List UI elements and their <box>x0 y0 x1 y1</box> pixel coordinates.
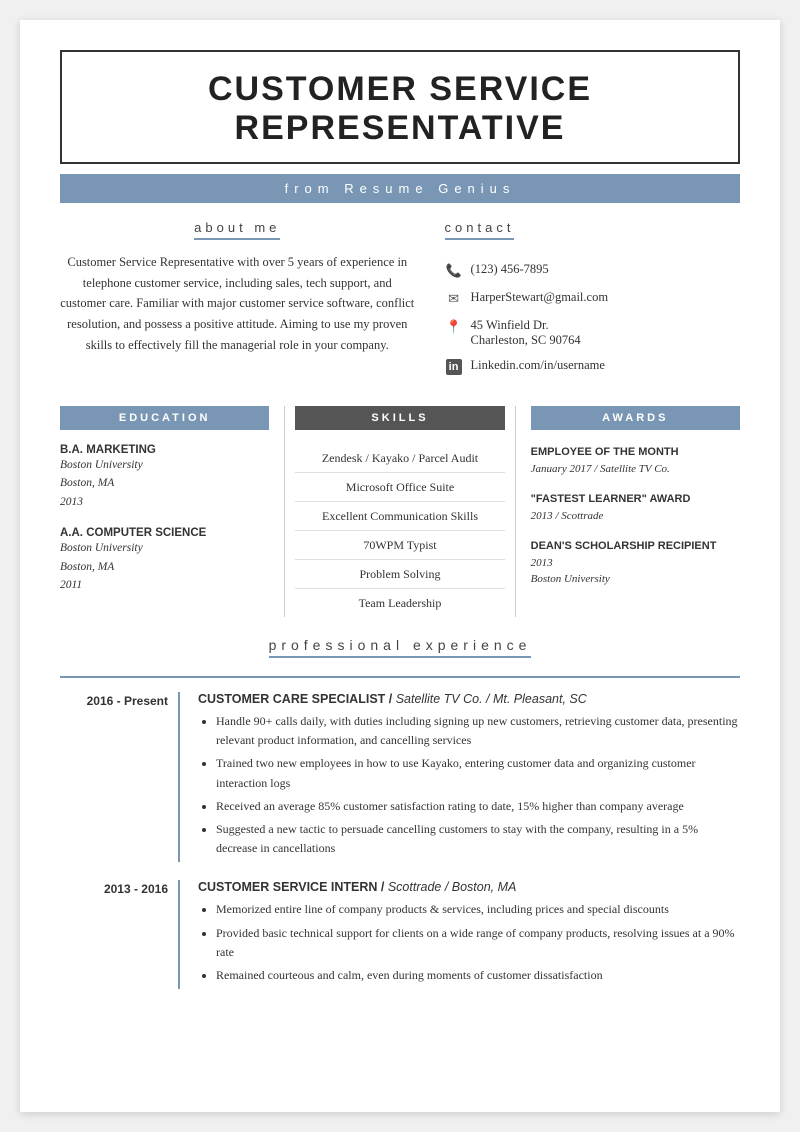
main-title: CUSTOMER SERVICE REPRESENTATIVE <box>82 70 718 148</box>
location-icon: 📍 <box>445 318 463 336</box>
award-title-3: DEAN'S SCHOLARSHIP RECIPIENT <box>531 538 740 555</box>
education-column: EDUCATION B.A. MARKETING Boston Universi… <box>60 406 284 617</box>
list-item: Remained courteous and calm, even during… <box>216 966 740 985</box>
skill-4: 70WPM Typist <box>295 531 504 560</box>
contact-heading: contact <box>445 220 515 240</box>
contact-linkedin: in Linkedin.com/in/username <box>445 358 740 376</box>
list-item: Trained two new employees in how to use … <box>216 754 740 792</box>
education-heading: EDUCATION <box>60 406 269 430</box>
award-title-2: "FASTEST LEARNER" AWARD <box>531 491 740 508</box>
subtitle-bar: from Resume Genius <box>60 174 740 203</box>
award-2: "FASTEST LEARNER" AWARD 2013 / Scottrade <box>531 491 740 524</box>
awards-column: AWARDS EMPLOYEE OF THE MONTH January 201… <box>516 406 740 617</box>
contact-phone: 📞 (123) 456-7895 <box>445 262 740 280</box>
prof-exp-heading: professional experience <box>269 637 532 658</box>
email-icon: ✉ <box>445 290 463 308</box>
list-item: Handle 90+ calls daily, with duties incl… <box>216 712 740 750</box>
skill-5: Problem Solving <box>295 560 504 589</box>
edu-entry-1: B.A. MARKETING Boston UniversityBoston, … <box>60 444 269 511</box>
skills-column: SKILLS Zendesk / Kayako / Parcel Audit M… <box>284 406 515 617</box>
exp-divider <box>60 676 740 678</box>
contact-email: ✉ HarperStewart@gmail.com <box>445 290 740 308</box>
job-2: 2013 - 2016 CUSTOMER SERVICE INTERN / Sc… <box>60 880 740 989</box>
header-box: CUSTOMER SERVICE REPRESENTATIVE <box>60 50 740 164</box>
contact-list: 📞 (123) 456-7895 ✉ HarperStewart@gmail.c… <box>445 262 740 376</box>
list-item: Suggested a new tactic to persuade cance… <box>216 820 740 858</box>
three-column-section: EDUCATION B.A. MARKETING Boston Universi… <box>60 406 740 617</box>
edu-school-2: Boston UniversityBoston, MA2011 <box>60 539 269 594</box>
job-2-content: CUSTOMER SERVICE INTERN / Scottrade / Bo… <box>180 880 740 989</box>
phone-number: (123) 456-7895 <box>471 262 549 277</box>
job-2-date: 2013 - 2016 <box>60 880 180 989</box>
award-3: DEAN'S SCHOLARSHIP RECIPIENT 2013 Boston… <box>531 538 740 588</box>
top-section: about me Customer Service Representative… <box>60 219 740 386</box>
list-item: Provided basic technical support for cli… <box>216 924 740 962</box>
award-detail-2: 2013 / Scottrade <box>531 508 740 525</box>
linkedin-icon: in <box>445 358 463 376</box>
edu-degree-2: A.A. COMPUTER SCIENCE <box>60 527 269 539</box>
edu-degree-1: B.A. MARKETING <box>60 444 269 456</box>
job-1-title: CUSTOMER CARE SPECIALIST / Satellite TV … <box>198 692 740 706</box>
about-heading: about me <box>194 220 280 240</box>
about-text: Customer Service Representative with ove… <box>60 252 415 355</box>
prof-exp-header: professional experience <box>60 637 740 670</box>
skill-3: Excellent Communication Skills <box>295 502 504 531</box>
job-2-bullets: Memorized entire line of company product… <box>198 900 740 985</box>
contact-address: 📍 45 Winfield Dr. Charleston, SC 90764 <box>445 318 740 348</box>
address-text: 45 Winfield Dr. Charleston, SC 90764 <box>471 318 581 348</box>
skill-2: Microsoft Office Suite <box>295 473 504 502</box>
job-1: 2016 - Present CUSTOMER CARE SPECIALIST … <box>60 692 740 862</box>
about-column: about me Customer Service Representative… <box>60 219 415 386</box>
awards-heading: AWARDS <box>531 406 740 430</box>
linkedin-url: Linkedin.com/in/username <box>471 358 605 373</box>
resume-page: CUSTOMER SERVICE REPRESENTATIVE from Res… <box>20 20 780 1112</box>
list-item: Memorized entire line of company product… <box>216 900 740 919</box>
edu-entry-2: A.A. COMPUTER SCIENCE Boston UniversityB… <box>60 527 269 594</box>
skill-6: Team Leadership <box>295 589 504 617</box>
phone-icon: 📞 <box>445 262 463 280</box>
award-detail-3: 2013 Boston University <box>531 555 740 588</box>
list-item: Received an average 85% customer satisfa… <box>216 797 740 816</box>
contact-column: contact 📞 (123) 456-7895 ✉ HarperStewart… <box>445 219 740 386</box>
skill-1: Zendesk / Kayako / Parcel Audit <box>295 444 504 473</box>
edu-school-1: Boston UniversityBoston, MA2013 <box>60 456 269 511</box>
email-address: HarperStewart@gmail.com <box>471 290 609 305</box>
award-title-1: EMPLOYEE OF THE MONTH <box>531 444 740 461</box>
award-detail-1: January 2017 / Satellite TV Co. <box>531 461 740 478</box>
job-1-bullets: Handle 90+ calls daily, with duties incl… <box>198 712 740 858</box>
award-1: EMPLOYEE OF THE MONTH January 2017 / Sat… <box>531 444 740 477</box>
job-1-content: CUSTOMER CARE SPECIALIST / Satellite TV … <box>180 692 740 862</box>
job-2-title: CUSTOMER SERVICE INTERN / Scottrade / Bo… <box>198 880 740 894</box>
skills-heading: SKILLS <box>295 406 504 430</box>
job-1-date: 2016 - Present <box>60 692 180 862</box>
